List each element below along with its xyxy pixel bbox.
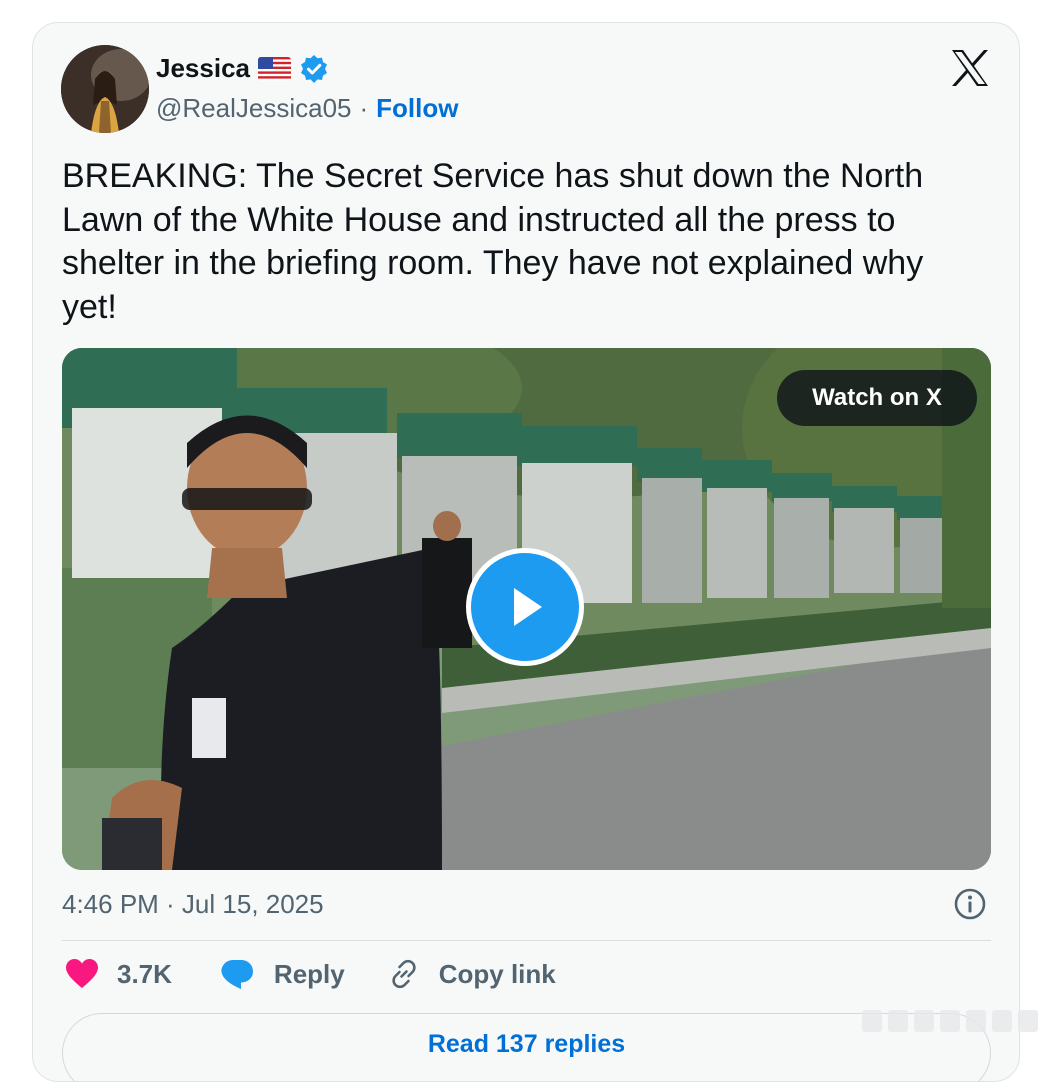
avatar-image	[61, 45, 149, 133]
watermark-block	[940, 1010, 960, 1032]
watch-on-x-button[interactable]: Watch on X	[777, 370, 977, 426]
reply-label: Reply	[273, 958, 345, 989]
watermark-block	[966, 1010, 986, 1032]
us-flag-icon	[257, 56, 291, 81]
copy-link-button[interactable]: Copy link	[387, 957, 556, 991]
watermark-block	[862, 1010, 882, 1032]
author-name[interactable]: Jessica	[156, 53, 250, 84]
tweet-text: BREAKING: The Secret Service has shut do…	[62, 157, 924, 326]
info-icon[interactable]	[953, 887, 987, 921]
action-bar: 3.7K Reply Copy link	[65, 957, 556, 991]
reply-button[interactable]: Reply	[220, 958, 345, 990]
x-logo-icon[interactable]	[950, 49, 990, 87]
like-count: 3.7K	[117, 958, 172, 989]
separator-dot: ·	[359, 93, 369, 123]
watermark-block	[1018, 1010, 1038, 1032]
copy-link-label: Copy link	[438, 958, 556, 989]
like-button[interactable]: 3.7K	[65, 958, 172, 990]
play-button[interactable]	[466, 548, 584, 666]
play-icon	[514, 588, 542, 626]
video-player[interactable]: Watch on X	[62, 348, 991, 870]
verified-badge-icon	[300, 54, 327, 83]
avatar[interactable]	[61, 45, 149, 133]
follow-button[interactable]: Follow	[376, 93, 458, 124]
heart-icon	[66, 959, 98, 988]
read-replies-button[interactable]: Read 137 replies	[62, 1013, 991, 1081]
link-icon	[392, 959, 416, 989]
watermark-block	[888, 1010, 908, 1032]
author-handle-row: @RealJessica05 · Follow	[156, 93, 458, 124]
tweet-card: Jessica @RealJessica05 · Follow BREAKING…	[32, 22, 1020, 1082]
watermark-blocks	[862, 1010, 1038, 1032]
watermark-block	[914, 1010, 934, 1032]
tweet-timestamp[interactable]: 4:46 PM · Jul 15, 2025	[62, 889, 324, 920]
divider	[62, 940, 991, 941]
author-handle[interactable]: @RealJessica05	[156, 93, 351, 124]
reply-bubble-icon	[221, 960, 253, 989]
watermark-block	[992, 1010, 1012, 1032]
author-name-row: Jessica	[156, 53, 329, 84]
